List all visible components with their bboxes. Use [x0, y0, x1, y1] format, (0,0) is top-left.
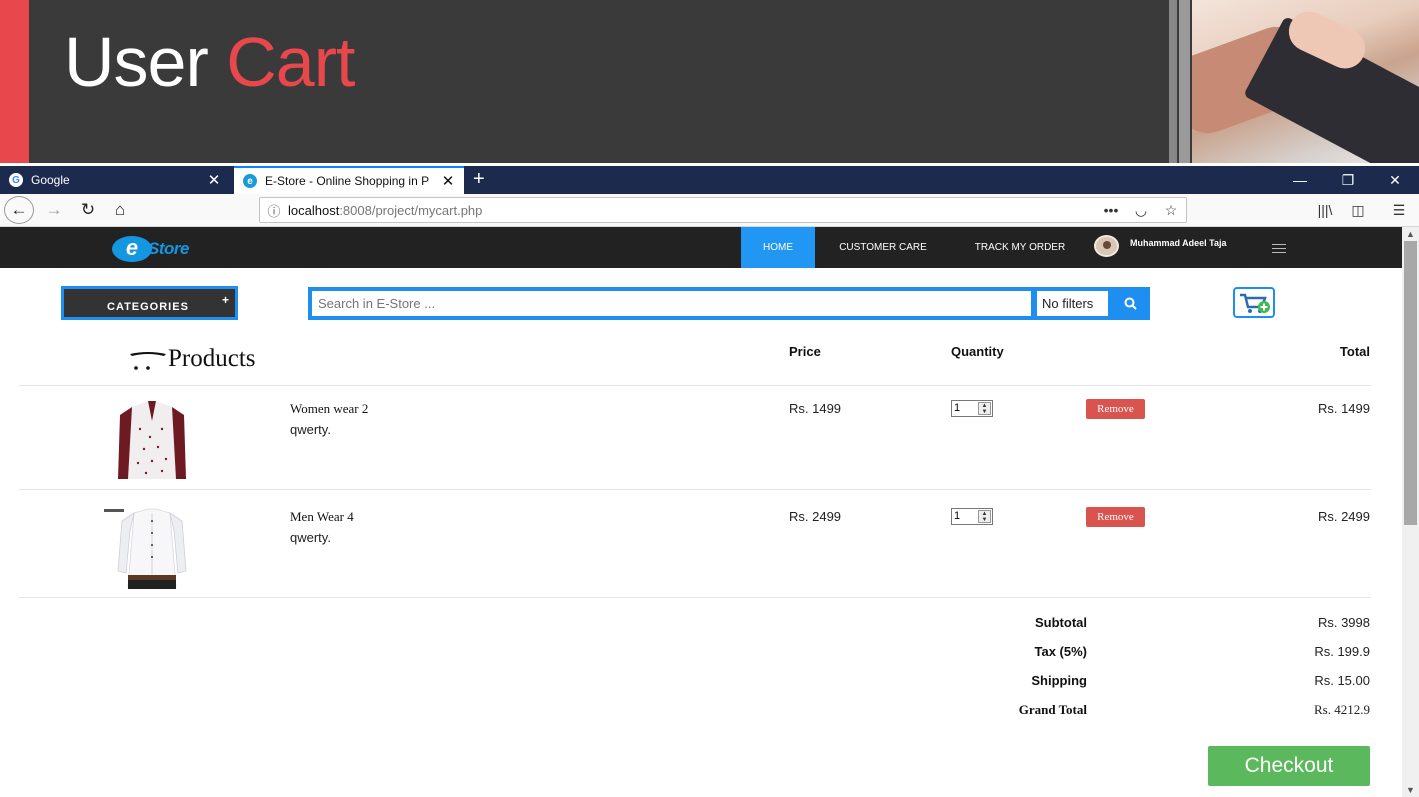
address-bar[interactable]: ⓘ localhost:8008/project/mycart.php ••• … [259, 197, 1187, 223]
quantity-header: Quantity [951, 344, 1004, 359]
filter-select[interactable]: No filters [1037, 291, 1108, 316]
banner-title-prefix: User [64, 23, 209, 101]
estore-cart-page: e Store HOME CUSTOMER CARE TRACK MY ORDE… [0, 227, 1402, 797]
user-name: Muhammad Adeel Taja [1130, 238, 1227, 248]
bookmark-star-icon[interactable]: ☆ [1156, 202, 1186, 219]
quantity-value: 1 [954, 402, 961, 414]
avatar [1094, 235, 1119, 257]
subtotal-label: Subtotal [1035, 615, 1087, 630]
hamburger-menu-icon[interactable] [1272, 244, 1286, 253]
site-header: e Store HOME CUSTOMER CARE TRACK MY ORDE… [0, 227, 1402, 268]
forward-arrow-icon[interactable]: → [40, 197, 68, 223]
tab-title: Google [31, 173, 70, 187]
divider [19, 385, 1371, 386]
new-tab-button[interactable]: + [473, 166, 485, 194]
categories-button[interactable]: CATEGORIES + [61, 286, 238, 320]
banner-title-highlight: Cart [226, 23, 355, 101]
men-shirt-image [104, 508, 187, 589]
cart-row: Men Wear 4 qwerty. Rs. 2499 1 ▲ ▼ Remove … [0, 495, 1402, 602]
product-description: qwerty. [290, 530, 331, 545]
search-bar: No filters [308, 287, 1150, 320]
banner-title: User Cart [64, 22, 356, 102]
tab-title: E-Store - Online Shopping in P [265, 174, 430, 188]
window-close-button[interactable]: ✕ [1372, 166, 1418, 194]
search-input[interactable] [312, 291, 1031, 316]
price-header: Price [789, 344, 821, 359]
spinner-arrows-icon[interactable]: ▲ ▼ [978, 510, 991, 523]
user-menu[interactable]: Muhammad Adeel Taja [1094, 235, 1227, 257]
pocket-icon[interactable]: ◡ [1126, 202, 1156, 219]
banner-laptop-photo [1192, 0, 1419, 163]
slide-banner: User Cart [0, 0, 1419, 163]
page-actions-icon[interactable]: ••• [1096, 202, 1126, 218]
add-to-cart-icon [1240, 293, 1270, 313]
back-arrow-icon[interactable]: ← [4, 196, 34, 224]
scroll-up-arrow-icon[interactable]: ▲ [1402, 227, 1419, 241]
cart-button[interactable] [1233, 287, 1275, 318]
tab-estore[interactable]: e E-Store - Online Shopping in P ✕ [234, 166, 464, 194]
tab-google[interactable]: G Google ✕ [0, 166, 230, 194]
site-info-icon[interactable]: ⓘ [260, 201, 288, 220]
plus-icon: + [221, 293, 230, 307]
banner-accent-bar [0, 0, 29, 163]
tax-value: Rs. 199.9 [1314, 644, 1370, 659]
total-header: Total [1339, 344, 1370, 359]
window-restore-button[interactable]: ❐ [1325, 166, 1371, 194]
shipping-label: Shipping [1031, 673, 1087, 688]
quantity-value: 1 [954, 510, 961, 522]
cart-icon [130, 352, 166, 370]
product-price: Rs. 2499 [789, 509, 842, 524]
product-description: qwerty. [290, 422, 331, 437]
grand-total-value: Rs. 4212.9 [1314, 702, 1370, 717]
search-icon [1124, 297, 1137, 310]
scroll-down-arrow-icon[interactable]: ▼ [1402, 783, 1419, 797]
checkout-button[interactable]: Checkout [1208, 746, 1370, 786]
close-tab-icon[interactable]: ✕ [204, 171, 224, 189]
url-text[interactable]: localhost:8008/project/mycart.php [288, 203, 1096, 218]
banner-stripe [1179, 0, 1190, 163]
library-icon[interactable]: |||\ [1310, 197, 1340, 223]
subtotal-value: Rs. 3998 [1317, 615, 1370, 630]
page-scrollbar[interactable]: ▲ ▼ [1402, 227, 1419, 797]
shipping-value: Rs. 15.00 [1314, 673, 1370, 688]
search-button[interactable] [1114, 291, 1146, 316]
product-name[interactable]: Women wear 2 [290, 401, 368, 417]
divider [19, 597, 1371, 598]
browser-nav-bar: ← → ↻ ⌂ ⓘ localhost:8008/project/mycart.… [0, 194, 1419, 227]
reload-icon[interactable]: ↻ [74, 197, 102, 223]
quantity-stepper[interactable]: 1 ▲ ▼ [951, 400, 993, 417]
remove-button[interactable]: Remove [1086, 507, 1145, 527]
estore-favicon-icon: e [243, 174, 257, 188]
sidebar-icon[interactable]: ◫ [1343, 197, 1373, 223]
nav-home[interactable]: HOME [741, 227, 815, 268]
divider [19, 489, 1371, 490]
browser-menu-icon[interactable]: ☰ [1384, 197, 1414, 223]
spinner-arrows-icon[interactable]: ▲ ▼ [978, 402, 991, 415]
grand-total-label: Grand Total [1018, 702, 1087, 717]
home-icon[interactable]: ⌂ [106, 197, 134, 223]
product-name[interactable]: Men Wear 4 [290, 509, 354, 525]
banner-stripe [1169, 0, 1177, 163]
products-title: Products [168, 345, 256, 372]
tax-label: Tax (5%) [1034, 644, 1088, 659]
browser-tab-bar: G Google ✕ e E-Store - Online Shopping i… [0, 166, 1419, 194]
quantity-stepper[interactable]: 1 ▲ ▼ [951, 508, 993, 525]
close-tab-icon[interactable]: ✕ [438, 172, 458, 190]
nav-customer-care[interactable]: CUSTOMER CARE [826, 227, 940, 268]
product-price: Rs. 1499 [789, 401, 842, 416]
row-total: Rs. 1499 [1317, 401, 1370, 416]
google-favicon-icon: G [9, 173, 23, 187]
row-total: Rs. 2499 [1317, 509, 1370, 524]
logo-word: Store [148, 239, 189, 258]
categories-label: CATEGORIES [107, 301, 189, 313]
estore-logo[interactable]: e Store [112, 236, 230, 262]
women-shirt-image [118, 401, 186, 479]
window-minimize-button[interactable]: — [1277, 166, 1323, 194]
nav-track-order[interactable]: TRACK MY ORDER [960, 227, 1080, 268]
scrollbar-thumb[interactable] [1404, 241, 1417, 525]
cart-row: Women wear 2 qwerty. Rs. 1499 1 ▲ ▼ Remov… [0, 387, 1402, 494]
logo-mark: e [112, 236, 152, 262]
remove-button[interactable]: Remove [1086, 399, 1145, 419]
